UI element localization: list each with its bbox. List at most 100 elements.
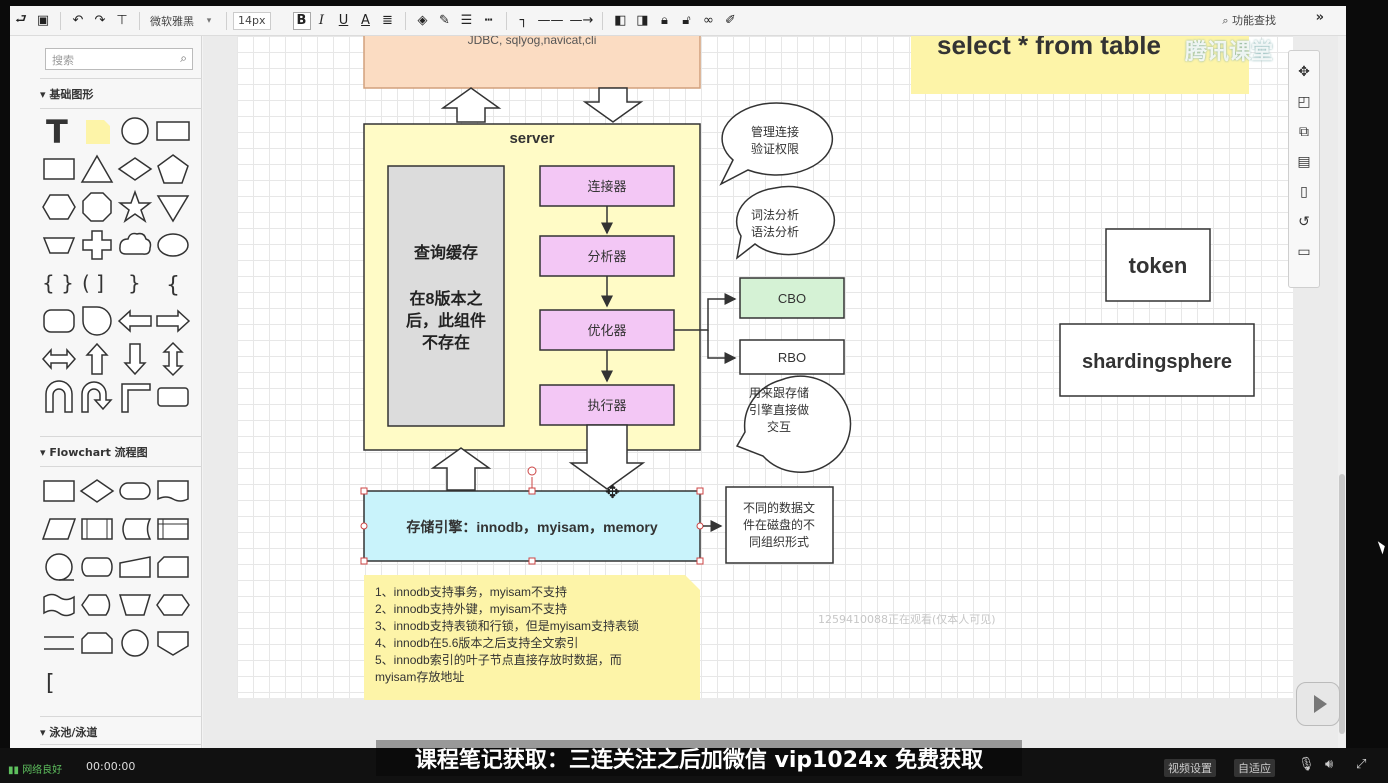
circle-shape-icon[interactable] bbox=[116, 112, 154, 150]
braces-shape-icon[interactable]: { } bbox=[40, 264, 78, 302]
magic-icon[interactable]: ✐ bbox=[719, 10, 741, 32]
left-brace-shape-icon[interactable]: { bbox=[154, 264, 192, 302]
rotate-handle[interactable] bbox=[527, 466, 537, 476]
line-start-icon[interactable]: —— bbox=[535, 10, 567, 32]
connector-shape-icon[interactable] bbox=[116, 624, 154, 662]
vertical-double-arrow-shape-icon[interactable] bbox=[154, 340, 192, 378]
video-settings-button[interactable]: 视频设置 bbox=[1164, 759, 1216, 777]
comment-icon[interactable]: ▭ bbox=[1292, 237, 1316, 267]
card-shape-icon[interactable] bbox=[154, 548, 192, 586]
off-page-shape-icon[interactable] bbox=[154, 624, 192, 662]
font-color-button[interactable]: A bbox=[355, 10, 377, 32]
line-end-icon[interactable]: —→ bbox=[567, 10, 597, 32]
internal-storage-shape-icon[interactable] bbox=[154, 510, 192, 548]
format-painter-icon[interactable]: ▣ bbox=[32, 10, 54, 32]
bubble-analyze[interactable]: 词法分析 语法分析 bbox=[735, 185, 836, 260]
down-arrow-shape-icon[interactable] bbox=[116, 340, 154, 378]
trapezoid-shape-icon[interactable] bbox=[40, 226, 78, 264]
shape-search-input[interactable]: 搜索 ⌕ bbox=[45, 48, 193, 70]
parallel-mode-shape-icon[interactable] bbox=[40, 624, 78, 662]
data-shape-icon[interactable] bbox=[40, 510, 78, 548]
annotation-shape-icon[interactable]: [ bbox=[40, 662, 78, 700]
double-arrow-shape-icon[interactable] bbox=[40, 340, 78, 378]
manual-input-shape-icon[interactable] bbox=[116, 548, 154, 586]
section-basic-shapes[interactable]: ▾ 基础图形 bbox=[40, 86, 93, 102]
layer-icon[interactable]: ⧉ bbox=[1292, 117, 1316, 147]
small-rect-shape-icon[interactable] bbox=[154, 378, 192, 416]
search-icon[interactable]: ⌕ bbox=[180, 51, 187, 66]
terminator-shape-icon[interactable] bbox=[116, 472, 154, 510]
section-flowchart[interactable]: ▾ Flowchart 流程图 bbox=[40, 444, 148, 460]
line-color-icon[interactable]: ✎ bbox=[434, 10, 456, 32]
unlock-icon[interactable]: 🔓︎ bbox=[675, 10, 697, 32]
line-style-icon[interactable]: ┅ bbox=[478, 10, 500, 32]
section-swimlane[interactable]: ▾ 泳池/泳道 bbox=[40, 724, 97, 740]
fill-color-icon[interactable]: ◈ bbox=[412, 10, 434, 32]
storage-engine-box[interactable]: 存储引擎：innodb，myisam，memory bbox=[360, 466, 704, 565]
vertical-scrollbar[interactable] bbox=[1338, 36, 1346, 748]
text-shape-icon[interactable]: T bbox=[40, 112, 78, 150]
decision-shape-icon[interactable] bbox=[78, 472, 116, 510]
predefined-process-shape-icon[interactable] bbox=[78, 510, 116, 548]
u-turn-arrow-shape-icon[interactable] bbox=[78, 378, 116, 416]
page-icon[interactable]: ▯ bbox=[1292, 177, 1316, 207]
history-icon[interactable]: ↺ bbox=[1292, 207, 1316, 237]
left-arrow-shape-icon[interactable] bbox=[116, 302, 154, 340]
display-shape-icon[interactable] bbox=[78, 586, 116, 624]
loop-limit-shape-icon[interactable] bbox=[78, 624, 116, 662]
shardingsphere-box[interactable]: shardingsphere bbox=[1059, 323, 1255, 397]
u-turn-shape-icon[interactable] bbox=[40, 378, 78, 416]
cloud-shape-icon[interactable] bbox=[116, 226, 154, 264]
microphone-icon[interactable]: 🎙︎ bbox=[1298, 757, 1315, 772]
drawing-canvas[interactable]: JDBC, sqlyog,navicat,cli select * from t… bbox=[203, 36, 1346, 748]
up-block-arrow-icon[interactable] bbox=[440, 87, 502, 123]
octagon-shape-icon[interactable] bbox=[78, 188, 116, 226]
document-shape-icon[interactable] bbox=[154, 472, 192, 510]
connector-box[interactable]: 连接器 bbox=[539, 165, 675, 207]
teardrop-shape-icon[interactable] bbox=[78, 302, 116, 340]
move-icon[interactable]: ✥ bbox=[1292, 57, 1316, 87]
query-cache-box[interactable]: 查询缓存 在8版本之 后，此组件 不存在 bbox=[387, 165, 505, 427]
rounded-rect-shape-icon[interactable] bbox=[40, 150, 78, 188]
collapse-toolbar-icon[interactable]: » bbox=[1316, 10, 1324, 25]
inverted-triangle-shape-icon[interactable] bbox=[154, 188, 192, 226]
paper-tape-shape-icon[interactable] bbox=[40, 586, 78, 624]
send-back-icon[interactable]: ◨ bbox=[631, 10, 653, 32]
bubble-executor[interactable]: 用来跟存储 引擎直接做 交互 bbox=[735, 375, 852, 473]
diamond-shape-icon[interactable] bbox=[116, 150, 154, 188]
optimizer-box[interactable]: 优化器 bbox=[539, 309, 675, 351]
undo-icon[interactable]: ↶ bbox=[67, 10, 89, 32]
client-tools-box[interactable]: JDBC, sqlyog,navicat,cli bbox=[363, 36, 701, 89]
ellipse-shape-icon[interactable] bbox=[154, 226, 192, 264]
font-size-input[interactable]: 14px bbox=[233, 11, 271, 30]
right-arrow-shape-icon[interactable] bbox=[154, 302, 192, 340]
stored-data-shape-icon[interactable] bbox=[116, 510, 154, 548]
chevron-down-icon[interactable]: ▾ bbox=[198, 10, 220, 32]
cbo-box[interactable]: CBO bbox=[739, 277, 845, 319]
paint-brush-icon[interactable]: ⊤ bbox=[111, 10, 133, 32]
lock-icon[interactable]: 🔒︎ bbox=[653, 10, 675, 32]
storage-note-box[interactable]: 不同的数据文 件在磁盘的不 同组织形式 bbox=[725, 486, 834, 564]
connector-style-icon[interactable]: ┐ bbox=[513, 10, 535, 32]
pentagon-shape-icon[interactable] bbox=[154, 150, 192, 188]
rectangle-shape-icon[interactable] bbox=[154, 112, 192, 150]
cross-shape-icon[interactable] bbox=[78, 226, 116, 264]
link-icon[interactable]: ∞ bbox=[697, 10, 719, 32]
note-shape-icon[interactable] bbox=[78, 112, 116, 150]
corner-shape-icon[interactable] bbox=[116, 378, 154, 416]
brackets-shape-icon[interactable]: ( ] bbox=[78, 264, 116, 302]
redo-icon[interactable]: ↷ bbox=[89, 10, 111, 32]
pages-icon[interactable]: ▤ bbox=[1292, 147, 1316, 177]
italic-button[interactable]: I bbox=[311, 10, 333, 32]
bring-front-icon[interactable]: ◧ bbox=[609, 10, 631, 32]
down-block-arrow-icon[interactable] bbox=[582, 87, 644, 123]
fullscreen-icon[interactable]: ⤢ bbox=[1356, 757, 1366, 772]
align-icon[interactable]: ≣ bbox=[377, 10, 399, 32]
direct-data-shape-icon[interactable] bbox=[78, 548, 116, 586]
function-search[interactable]: ⌕ 功能查找 bbox=[1222, 12, 1276, 28]
up-arrow-shape-icon[interactable] bbox=[78, 340, 116, 378]
sequential-data-shape-icon[interactable] bbox=[40, 548, 78, 586]
fit-screen-button[interactable]: 自适应 bbox=[1234, 759, 1275, 777]
rbo-box[interactable]: RBO bbox=[739, 339, 845, 375]
engine-comparison-note[interactable]: 1、innodb支持事务，myisam不支持 2、innodb支持外键，myis… bbox=[364, 575, 700, 700]
